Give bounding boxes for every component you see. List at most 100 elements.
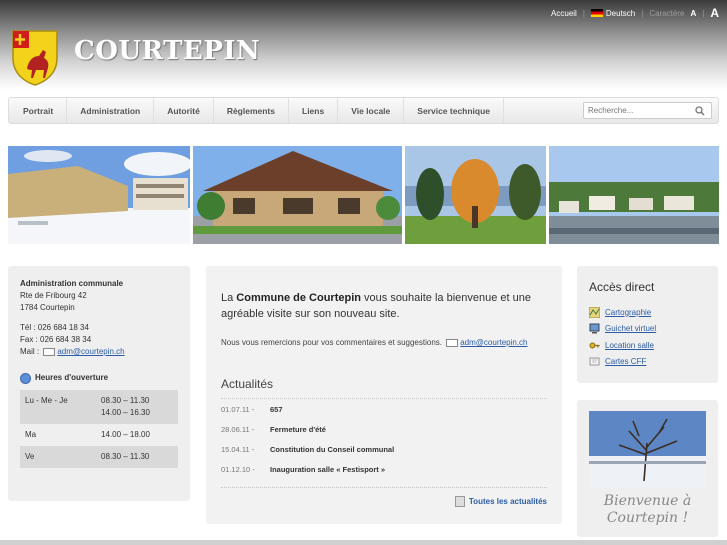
winter-tree-photo (589, 411, 706, 488)
quick-link-cff[interactable]: Cartes CFF (589, 354, 706, 371)
photo-town-hall (193, 146, 402, 244)
nav-item-reglements[interactable]: Règlements (214, 98, 289, 123)
photo-village-view (549, 146, 719, 244)
news-item[interactable]: 01.07.11 - 657 (221, 399, 547, 419)
hours-title: Heures d'ouverture (35, 373, 109, 382)
hours-heading: Heures d'ouverture (20, 372, 178, 384)
map-icon (589, 306, 600, 318)
thanks-mail-link[interactable]: adm@courtepin.ch (460, 338, 527, 347)
contact-mail-row: Mail : adm@courtepin.ch (20, 346, 178, 358)
news-date: 28.06.11 - (221, 424, 255, 434)
welcome-text: La Commune de Courtepin vous souhaite la… (221, 290, 547, 322)
table-row: Ve 08.30 – 11.30 (20, 446, 178, 468)
promo-line-2: Courtepin ! (606, 510, 689, 526)
divider (221, 487, 547, 488)
main-content-panel: La Commune de Courtepin vous souhaite la… (206, 266, 562, 524)
promo-text: Bienvenue à Courtepin ! (589, 493, 706, 527)
news-date: 15.04.11 - (221, 444, 255, 454)
quick-link-label: Cartographie (605, 307, 652, 317)
photo-autumn-tree (405, 146, 546, 244)
top-utility-bar: Accueil | Deutsch | Caractère A | A (551, 6, 719, 20)
promo-line-1: Bienvenue à (603, 493, 692, 509)
computer-icon (589, 323, 600, 334)
table-row: Lu - Me - Je 08.30 – 11.30 14.00 – 16.30 (20, 390, 178, 424)
nav-item-vie-locale[interactable]: Vie locale (338, 98, 405, 123)
news-title[interactable]: Constitution du Conseil communal (270, 445, 394, 454)
charsize-label: Caractère (649, 8, 685, 18)
german-flag-icon (590, 9, 603, 18)
clock-icon (20, 372, 31, 384)
contact-title: Administration communale (20, 279, 124, 288)
thanks-row: Nous vous remercions pour vos commentair… (221, 338, 547, 347)
envelope-icon (43, 347, 56, 356)
coat-of-arms-logo[interactable] (9, 28, 61, 86)
hours-time-2: 14.00 – 16.30 (101, 408, 150, 417)
mail-label: Mail : (20, 347, 40, 356)
news-title[interactable]: 657 (270, 405, 283, 414)
news-item[interactable]: 28.06.11 - Fermeture d'été (221, 419, 547, 439)
contact-mail-link[interactable]: adm@courtepin.ch (57, 347, 124, 356)
ticket-icon (589, 357, 600, 366)
hours-time: 08.30 – 11.30 14.00 – 16.30 (96, 390, 178, 424)
quick-access-panel: Accès direct Cartographie Guichet virtue… (577, 266, 718, 383)
quick-link-label: Guichet virtuel (605, 324, 657, 334)
nav-item-administration[interactable]: Administration (67, 98, 155, 123)
news-date: 01.12.10 - (221, 464, 255, 474)
all-news-link[interactable]: Toutes les actualités (454, 496, 547, 507)
contact-fax: Fax : 026 684 38 34 (20, 335, 92, 344)
separator: | (641, 8, 644, 18)
hours-time: 14.00 – 18.00 (101, 430, 150, 439)
thanks-text: Nous vous remercions pour vos commentair… (221, 338, 442, 347)
news-title[interactable]: Fermeture d'été (270, 425, 326, 434)
nav-item-autorite[interactable]: Autorité (154, 98, 214, 123)
quick-link-location[interactable]: Location salle (589, 337, 706, 354)
language-label: Deutsch (605, 8, 636, 18)
hours-day: Ma (25, 430, 37, 439)
document-icon (454, 496, 465, 507)
search-input[interactable] (584, 103, 694, 118)
all-news-label: Toutes les actualités (468, 497, 547, 506)
news-heading: Actualités (221, 377, 274, 391)
language-link[interactable]: Deutsch (590, 8, 636, 18)
table-row: Ma 14.00 – 18.00 (20, 424, 178, 446)
site-header: Accueil | Deutsch | Caractère A | A COUR… (0, 0, 727, 90)
quick-links: Cartographie Guichet virtuel Location sa… (589, 304, 706, 370)
news-item[interactable]: 01.12.10 - Inauguration salle « Festispo… (221, 459, 547, 479)
news-title[interactable]: Inauguration salle « Festisport » (270, 465, 385, 474)
hours-table: Lu - Me - Je 08.30 – 11.30 14.00 – 16.30 … (20, 390, 178, 468)
home-link[interactable]: Accueil (551, 9, 577, 18)
nav-item-liens[interactable]: Liens (289, 98, 339, 123)
quick-link-label: Cartes CFF (605, 357, 647, 367)
contact-street: Rte de Fribourg 42 (20, 291, 87, 300)
font-large-button[interactable]: A (710, 6, 719, 20)
hours-day: Lu - Me - Je (20, 390, 96, 424)
envelope-icon (446, 338, 459, 347)
hours-time: 08.30 – 11.30 (96, 446, 178, 468)
contact-panel: Administration communale Rte de Fribourg… (8, 266, 190, 501)
quick-link-guichet[interactable]: Guichet virtuel (589, 321, 706, 338)
photo-school-snow (8, 146, 190, 244)
welcome-commune: Commune de Courtepin (236, 292, 361, 304)
separator: | (582, 8, 585, 18)
news-date: 01.07.11 - (221, 404, 255, 414)
key-icon (589, 342, 600, 349)
search-icon[interactable] (694, 105, 706, 117)
contact-tel: Tél : 026 684 18 34 (20, 323, 89, 332)
font-small-button[interactable]: A (690, 9, 696, 18)
main-nav: Portrait Administration Autorité Règleme… (8, 97, 719, 124)
news-item[interactable]: 15.04.11 - Constitution du Conseil commu… (221, 439, 547, 459)
welcome-pre: La (221, 292, 237, 304)
hours-time-1: 08.30 – 11.30 (101, 396, 150, 405)
welcome-promo-panel[interactable]: Bienvenue à Courtepin ! (577, 400, 718, 537)
separator: | (702, 8, 705, 18)
nav-item-portrait[interactable]: Portrait (9, 98, 68, 123)
hours-day: Ve (20, 446, 96, 468)
site-title: COURTEPIN (74, 36, 261, 66)
quick-access-title: Accès direct (589, 280, 655, 294)
search-box (583, 102, 712, 119)
nav-item-service-technique[interactable]: Service technique (404, 98, 505, 123)
contact-city: 1784 Courtepin (20, 303, 75, 312)
footer-strip (0, 540, 727, 545)
quick-link-label: Location salle (605, 340, 654, 350)
quick-link-cartographie[interactable]: Cartographie (589, 304, 706, 321)
